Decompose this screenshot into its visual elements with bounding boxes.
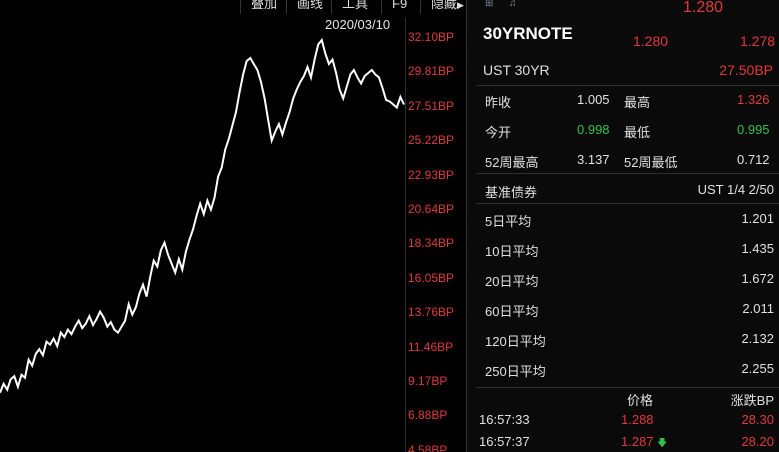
ma-value: 2.011 [742,301,774,316]
divider [477,173,779,174]
y-tick-label: 11.46BP [408,339,454,354]
caret-right-icon: ▶ [457,0,464,10]
trade-time: 16:57:37 [479,434,530,449]
ma-row: 120日平均 2.132 [467,331,779,361]
f9-button[interactable]: F9 [381,0,407,14]
trades-header: 价格 涨跌BP [467,390,779,408]
low-value: 0.995 [737,122,770,137]
high-value: 1.326 [737,92,770,107]
low-label: 最低 [624,125,651,140]
trades-price-header: 价格 [627,393,654,408]
y-tick-label: 29.81BP [408,64,455,79]
top-price: 1.280 [683,0,724,16]
hide-button[interactable]: 隐藏▶ [420,0,464,14]
stat-row: 52周最高 3.137 52周最低 0.712 [467,152,779,182]
down-arrow-icon: 🡇 [657,438,668,449]
add-icon[interactable]: ⊞ [485,0,495,10]
axis-separator [405,18,406,452]
ma-label: 250日平均 [485,364,546,379]
ma-row: 5日平均 1.201 [467,211,779,241]
trade-price: 1.287 [621,434,654,449]
y-tick-label: 18.34BP [408,236,455,251]
chart-date: 2020/03/10 [325,17,391,32]
ma-row: 10日平均 1.435 [467,241,779,271]
high-label: 最高 [624,95,651,110]
open-label: 今开 [485,125,512,140]
stat-row: 昨收 1.005 最高 1.326 [467,92,779,122]
chart-panel[interactable]: 32.10BP 29.81BP 27.51BP 25.22BP 22.93BP 20.64… [0,0,466,452]
price-series-line [0,37,405,394]
ask-price: 1.278 [740,33,776,49]
y-tick-label: 13.76BP [408,305,455,320]
wk52-high-label: 52周最高 [485,155,539,170]
ma-value: 1.672 [741,271,774,286]
quote-panel: ⊞ ♫ 1.280 30YRNOTE 1.280 1.278 UST 30YR … [466,0,779,452]
ma-value: 1.201 [741,211,774,226]
trade-row: 16:57:37 1.287 🡇 28.20 [467,434,779,452]
prev-close-value: 1.005 [577,92,610,107]
trades-change-header: 涨跌BP [730,393,774,408]
wk52-high-value: 3.137 [577,152,610,167]
benchmark-row: 基准债券 UST 1/4 2/50 [467,182,779,212]
wk52-low-label: 52周最低 [624,155,678,170]
ma-value: 2.132 [741,331,774,346]
wk52-low-value: 0.712 [737,152,770,167]
instrument-name: UST 30YR [483,62,550,78]
ma-label: 60日平均 [485,304,539,319]
y-tick-label: 32.10BP [408,30,455,44]
ma-label: 120日平均 [485,334,546,349]
trade-row: 16:57:33 1.288 28.30 [467,412,779,430]
y-tick-label: 27.51BP [408,98,455,113]
ma-row: 60日平均 2.011 [467,301,779,331]
benchmark-value: UST 1/4 2/50 [697,182,774,197]
ma-label: 10日平均 [485,244,539,259]
price-chart[interactable] [0,0,406,452]
change-bp: 27.50BP [719,62,773,78]
tools-button[interactable]: 工具 [331,0,368,14]
ma-label: 20日平均 [485,274,539,289]
y-tick-label: 9.17BP [408,374,448,388]
ma-label: 5日平均 [485,214,532,229]
divider [477,203,779,204]
trade-change: 28.20 [741,434,774,449]
y-tick-label: 25.22BP [408,133,455,148]
y-tick-label: 20.64BP [408,202,455,216]
hide-label: 隐藏 [431,0,458,11]
ma-row: 20日平均 1.672 [467,271,779,301]
divider [477,85,779,86]
stat-row: 今开 0.998 最低 0.995 [467,122,779,152]
trade-time: 16:57:33 [479,412,530,427]
ma-value: 2.255 [741,361,774,376]
y-tick-label: 6.88BP [408,408,448,423]
open-value: 0.998 [577,122,610,137]
overlay-button[interactable]: 叠加 [240,0,277,14]
y-tick-label: 4.58BP [408,442,448,452]
divider [477,387,779,388]
y-tick-label: 22.93BP [408,167,455,182]
ma-value: 1.435 [741,241,774,256]
prev-close-label: 昨收 [485,95,512,110]
y-tick-label: 16.05BP [408,270,455,285]
symbol: 30YRNOTE [483,24,573,43]
trade-change: 28.30 [741,412,774,427]
draw-line-button[interactable]: 画线 [286,0,323,14]
trade-price: 1.288 [621,412,654,427]
chart-toolbar: 叠加 画线 工具 F9 隐藏▶ [0,0,466,14]
benchmark-label: 基准债券 [485,185,538,200]
bid-price: 1.280 [633,33,669,49]
quote-topbar: ⊞ ♫ [467,0,779,14]
bell-icon[interactable]: ♫ [509,0,519,10]
